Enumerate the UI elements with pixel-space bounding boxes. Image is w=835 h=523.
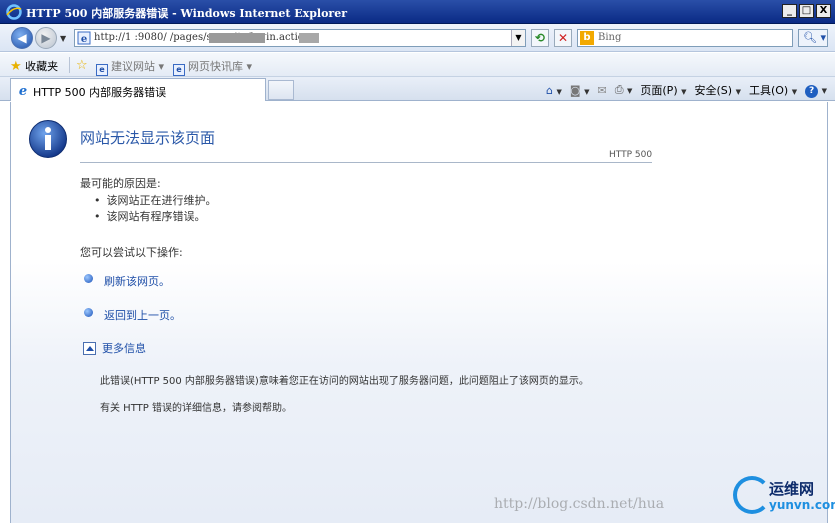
blue-bullet-icon	[84, 274, 93, 283]
window-titlebar: HTTP 500 内部服务器错误 - Windows Internet Expl…	[0, 0, 835, 24]
address-dropdown-icon[interactable]: ▼	[511, 30, 525, 46]
home-dropdown-icon: ▼	[556, 87, 562, 96]
star-icon: ★	[10, 59, 22, 74]
help-icon: ?	[805, 84, 819, 98]
tools-menu-label: 工具(O)	[748, 84, 789, 97]
favorites-separator	[69, 57, 70, 73]
reason-list: 该网站正在进行维护。 该网站有程序错误。	[104, 193, 217, 225]
refresh-button[interactable]: ⟲	[531, 29, 549, 47]
refresh-page-link[interactable]: 刷新该网页。	[84, 273, 170, 289]
refresh-page-label: 刷新该网页。	[104, 275, 170, 288]
page-background-gradient	[11, 262, 827, 523]
page-menu-label: 页面(P)	[640, 84, 678, 97]
collapse-arrow-icon	[83, 342, 96, 355]
tab-bar: e HTTP 500 内部服务器错误 ⌂ ▼ ◙ ▼ ✉ ⎙ ▼ 页面(P) ▼…	[0, 77, 835, 101]
help-button[interactable]: ? ▼	[805, 83, 827, 98]
feeds-dropdown-icon: ▼	[584, 87, 590, 96]
maximize-button[interactable]: □	[799, 4, 814, 18]
command-bar: ⌂ ▼ ◙ ▼ ✉ ⎙ ▼ 页面(P) ▼ 安全(S) ▼ 工具(O) ▼ ? …	[546, 82, 827, 98]
window-title: HTTP 500 内部服务器错误 - Windows Internet Expl…	[26, 7, 348, 20]
new-tab-button[interactable]	[268, 80, 294, 100]
safety-menu-label: 安全(S)	[694, 84, 733, 97]
page-ie-icon: e	[77, 31, 91, 45]
logo-ring-icon	[733, 476, 771, 514]
back-button[interactable]: ◀	[11, 27, 33, 49]
add-favorite-button[interactable]: ☆	[76, 58, 88, 73]
list-item: 该网站正在进行维护。	[104, 193, 217, 209]
address-field[interactable]: e http://1 :9080/ /pages/security/login.…	[74, 29, 526, 47]
page-menu-dropdown-icon: ▼	[681, 88, 687, 96]
site-logo-watermark: 运维网 yunvn.com	[733, 474, 835, 520]
reason-heading: 最可能的原因是:	[80, 177, 161, 190]
title-divider	[80, 162, 652, 163]
search-field[interactable]: b Bing	[577, 29, 793, 47]
suggested-sites-link[interactable]: e 建议网站 ▾	[96, 58, 164, 76]
help-detail-text: 有关 HTTP 错误的详细信息，请参阅帮助。	[100, 403, 292, 414]
page-menu[interactable]: 页面(P) ▼	[640, 82, 686, 98]
tab-http-500[interactable]: e HTTP 500 内部服务器错误	[10, 78, 266, 101]
search-placeholder: Bing	[598, 32, 622, 43]
go-back-label: 返回到上一页。	[104, 309, 181, 322]
try-heading: 您可以尝试以下操作:	[80, 246, 183, 259]
favorites-label: 收藏夹	[25, 60, 59, 73]
home-button[interactable]: ⌂ ▼	[546, 84, 562, 97]
error-code: HTTP 500	[609, 150, 653, 160]
favorites-bar: ★ 收藏夹 ☆ e 建议网站 ▾ e 网页快讯库 ▾	[0, 53, 835, 77]
suggested-sites-icon: e	[96, 64, 108, 76]
stop-button[interactable]: ✕	[554, 29, 572, 47]
info-icon	[29, 120, 67, 158]
help-dropdown-icon: ▼	[821, 86, 827, 95]
printer-icon: ⎙	[614, 83, 624, 96]
go-back-link[interactable]: 返回到上一页。	[84, 307, 181, 323]
blog-watermark: http://blog.csdn.net/hua	[494, 496, 665, 512]
address-url-text: http://1 :9080/ /pages/security/login.ac…	[94, 32, 311, 43]
web-slices-icon: e	[173, 64, 185, 76]
suggested-sites-label: 建议网站 ▾	[111, 60, 165, 73]
mail-button[interactable]: ✉	[597, 84, 606, 97]
safety-menu-dropdown-icon: ▼	[735, 88, 741, 96]
print-dropdown-icon: ▼	[627, 87, 633, 95]
feeds-button[interactable]: ◙ ▼	[570, 84, 590, 97]
page-title: 网站无法显示该页面	[80, 129, 216, 147]
logo-en-text: yunvn.com	[769, 498, 835, 512]
address-toolbar: ◀ ▶ ▼ e http://1 :9080/ /pages/security/…	[0, 24, 835, 52]
favorites-button[interactable]: ★ 收藏夹	[10, 58, 58, 74]
redacted-path-block	[299, 33, 319, 43]
rss-icon: ◙	[569, 83, 581, 97]
tools-menu-dropdown-icon: ▼	[791, 88, 798, 96]
magnifier-icon: 🔍︎	[803, 31, 817, 44]
tab-ie-icon: e	[19, 84, 27, 97]
svg-text:e: e	[81, 34, 87, 45]
redacted-host-block	[209, 33, 265, 43]
back-arrow-icon: ◀	[17, 31, 27, 45]
add-favorite-star-icon: ☆	[76, 58, 88, 73]
more-info-toggle[interactable]: 更多信息	[83, 340, 146, 356]
window-controls: _ □ X	[782, 4, 831, 18]
web-slices-link[interactable]: e 网页快讯库 ▾	[173, 58, 252, 76]
logo-cn-text: 运维网	[769, 480, 815, 498]
more-info-label: 更多信息	[102, 342, 146, 355]
bing-icon: b	[580, 31, 594, 45]
close-button[interactable]: X	[816, 4, 831, 18]
tab-label: HTTP 500 内部服务器错误	[33, 86, 167, 99]
svg-text:e: e	[19, 84, 27, 97]
forward-button[interactable]: ▶	[35, 27, 57, 49]
tools-menu[interactable]: 工具(O) ▼	[749, 82, 797, 98]
list-item: 该网站有程序错误。	[104, 209, 217, 225]
mail-icon: ✉	[597, 83, 607, 97]
home-icon: ⌂	[546, 83, 553, 97]
blue-bullet-icon	[84, 308, 93, 317]
search-button[interactable]: 🔍︎ ▾	[798, 29, 828, 47]
web-slices-label: 网页快讯库 ▾	[188, 60, 253, 73]
error-page: 网站无法显示该页面 HTTP 500 最可能的原因是: 该网站正在进行维护。 该…	[10, 102, 828, 523]
history-dropdown-icon[interactable]: ▼	[60, 34, 66, 43]
safety-menu[interactable]: 安全(S) ▼	[695, 82, 741, 98]
error-detail-text: 此错误(HTTP 500 内部服务器错误)意味着您正在访问的网站出现了服务器问题…	[100, 376, 589, 387]
forward-arrow-icon: ▶	[41, 31, 51, 45]
ie-logo-icon	[6, 4, 22, 20]
minimize-button[interactable]: _	[782, 4, 797, 18]
print-button[interactable]: ⎙ ▼	[615, 83, 633, 97]
